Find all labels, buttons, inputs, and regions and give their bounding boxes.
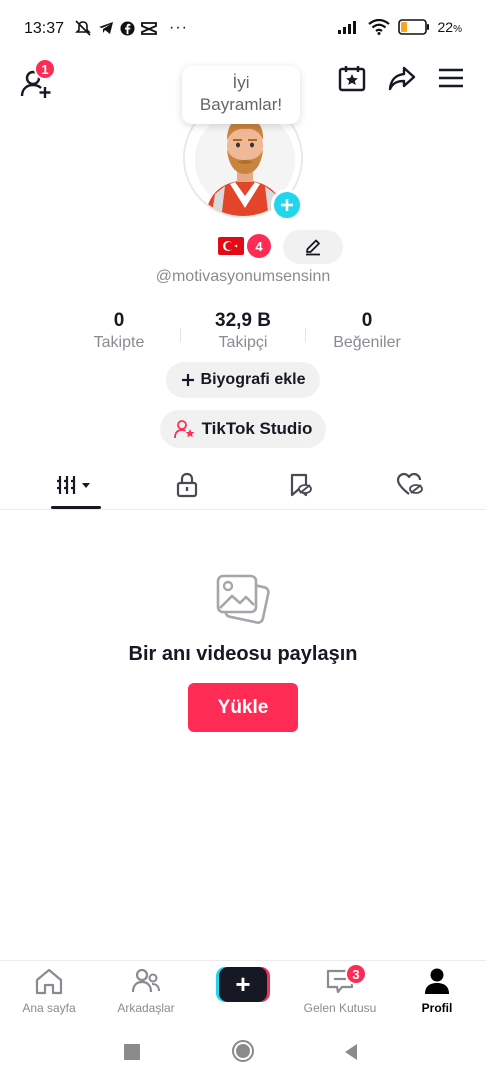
profile-icon: [425, 968, 449, 994]
turkey-flag-icon: [218, 237, 244, 255]
signal-icon: [337, 21, 356, 34]
greeting-line-1: İyi: [232, 73, 250, 92]
tab-videos[interactable]: [46, 462, 106, 508]
nav-profile[interactable]: Profil: [387, 967, 486, 1015]
system-navigation: [0, 1022, 486, 1080]
nav-home-label: Ana sayfa: [22, 1001, 76, 1015]
stat-value: 0: [361, 310, 373, 331]
mute-icon: [75, 20, 91, 36]
stat-following[interactable]: 0 Takipte: [84, 310, 154, 352]
nav-home[interactable]: Ana sayfa: [0, 967, 99, 1015]
country-row[interactable]: 4: [218, 234, 271, 258]
edit-profile-button[interactable]: [283, 230, 343, 264]
menu-icon[interactable]: [438, 64, 464, 92]
create-button-face: +: [219, 967, 267, 1002]
calendar-star-icon[interactable]: [338, 64, 366, 92]
empty-state-title: Bir anı videosu paylaşın: [128, 643, 358, 665]
add-friends-button[interactable]: 1: [18, 58, 58, 98]
home-button-dot: [236, 1044, 250, 1058]
greeting-line-2: Bayramlar!: [199, 95, 283, 114]
stat-followers[interactable]: 32,9 B Takipçi: [198, 310, 288, 352]
creator-star-icon: [173, 420, 195, 439]
greeting-bubble: İyi Bayramlar!: [182, 66, 300, 124]
battery-icon: [397, 19, 429, 35]
grid-icon: [57, 476, 90, 494]
battery-percentage: 22%: [437, 19, 462, 35]
share-icon[interactable]: [388, 64, 416, 92]
stat-value: 32,9 B: [215, 310, 271, 331]
telegram-icon: [99, 22, 113, 34]
photos-icon: [216, 574, 270, 624]
notification-icons: ···: [74, 19, 188, 37]
inbox-badge: 3: [345, 963, 367, 985]
country-badge: 4: [247, 234, 271, 258]
nav-friends-label: Arkadaşlar: [117, 1001, 175, 1015]
empty-state-illustration: [214, 570, 272, 633]
active-tab-indicator: [51, 506, 101, 509]
nav-profile-label: Profil: [421, 1001, 453, 1015]
add-bio-label: Biyografi ekle: [200, 371, 306, 388]
username: @motivasyonumsensinn: [155, 268, 331, 285]
tab-private[interactable]: [157, 462, 217, 508]
friends-icon: [131, 968, 160, 993]
tab-reposts[interactable]: [270, 462, 330, 508]
profile-tabs: [0, 462, 486, 510]
tab-liked[interactable]: [380, 462, 440, 508]
stat-likes[interactable]: 0 Beğeniler: [322, 310, 412, 352]
stat-label: Beğeniler: [333, 334, 401, 351]
bookmark-hidden-icon: [290, 473, 312, 497]
heart-hidden-icon: [396, 472, 423, 495]
facebook-icon: [120, 20, 135, 36]
wifi-icon: [367, 19, 390, 35]
nav-friends[interactable]: Arkadaşlar: [96, 967, 196, 1015]
stat-label: Takipte: [93, 334, 145, 351]
add-avatar-button[interactable]: [271, 189, 303, 221]
tiktok-studio-label: TikTok Studio: [201, 419, 313, 438]
nav-inbox-label: Gelen Kutusu: [303, 1001, 377, 1015]
recents-button[interactable]: [124, 1044, 140, 1060]
stat-divider: [305, 328, 306, 342]
clock: 13:37: [24, 20, 65, 37]
system-status: 22%: [337, 19, 462, 35]
back-button[interactable]: [343, 1043, 359, 1061]
profile-stats: 0 Takipte 32,9 B Takipçi 0 Beğeniler: [0, 310, 486, 354]
status-bar: 13:37 ··· 22%: [0, 0, 486, 62]
stat-label: Takipçi: [218, 334, 268, 351]
plus-icon: [281, 199, 293, 211]
capcut-icon: [141, 22, 157, 35]
stat-value: 0: [113, 310, 125, 331]
create-button[interactable]: +: [216, 967, 270, 1002]
plus-icon: [181, 374, 194, 386]
tiktok-studio-button[interactable]: TikTok Studio: [160, 410, 326, 448]
nav-inbox[interactable]: Gelen Kutusu: [290, 967, 390, 1015]
stat-divider: [180, 328, 181, 342]
pencil-icon: [306, 239, 320, 256]
upload-button[interactable]: Yükle: [188, 683, 298, 732]
more-notifications: ···: [169, 19, 188, 36]
home-icon: [35, 968, 63, 995]
header-actions: [338, 64, 464, 92]
add-bio-button[interactable]: Biyografi ekle: [166, 362, 320, 398]
home-button[interactable]: [232, 1040, 254, 1062]
friend-requests-badge: 1: [34, 58, 56, 80]
lock-icon: [176, 472, 198, 498]
